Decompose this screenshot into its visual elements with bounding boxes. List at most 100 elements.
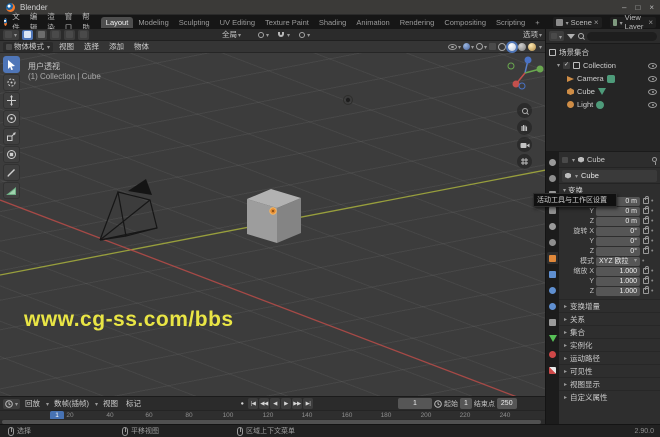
scene-selector[interactable]: Scene ×	[553, 17, 602, 28]
outliner-row-collection[interactable]: ▾ ✓ Collection	[554, 59, 660, 72]
xray-toggle[interactable]	[489, 43, 496, 50]
pan-view-button[interactable]	[517, 120, 532, 135]
location-z-field[interactable]: 0 m	[596, 217, 640, 226]
cursor-tool[interactable]	[3, 74, 20, 91]
menu-playback[interactable]: 回放	[22, 398, 43, 409]
menu-keying[interactable]: 数帧(插帧)	[51, 398, 92, 409]
current-frame-field[interactable]: 1	[398, 398, 432, 409]
jump-to-start-button[interactable]: |◀	[248, 398, 258, 409]
select-mode-intersect[interactable]	[78, 30, 89, 40]
outliner-editor-type-button[interactable]	[549, 31, 564, 41]
tab-rendering[interactable]: Rendering	[395, 17, 440, 28]
snap-dropdown[interactable]	[278, 30, 290, 39]
section-viewport-display[interactable]: 视图显示	[559, 377, 660, 390]
tab-tool[interactable]	[547, 156, 558, 168]
tab-object-data[interactable]	[547, 332, 558, 344]
outliner-row-camera[interactable]: Camera	[564, 72, 660, 85]
perspective-toggle-button[interactable]	[517, 154, 532, 169]
lock-icon[interactable]	[643, 288, 649, 294]
select-mode-extend[interactable]	[50, 30, 61, 40]
shading-dropdown[interactable]	[538, 42, 542, 51]
menu-view-timeline[interactable]: 视图	[100, 398, 121, 409]
gizmo-dropdown[interactable]	[463, 42, 474, 51]
tab-constraints[interactable]	[547, 316, 558, 328]
expand-caret-icon[interactable]: ▾	[557, 62, 560, 69]
zoom-view-button[interactable]	[517, 103, 532, 118]
select-box-tool[interactable]	[3, 56, 20, 73]
section-custom-properties[interactable]: 自定义属性	[559, 390, 660, 403]
outliner-search-input[interactable]	[587, 32, 657, 41]
menu-view[interactable]: 视图	[55, 41, 78, 52]
jump-to-end-button[interactable]: ▶|	[303, 398, 313, 409]
play-reverse-button[interactable]: ◀	[270, 398, 280, 409]
section-visibility[interactable]: 可见性	[559, 364, 660, 377]
tab-compositing[interactable]: Compositing	[439, 17, 491, 28]
search-icon[interactable]	[578, 33, 584, 39]
tab-uv-editing[interactable]: UV Editing	[215, 17, 260, 28]
mode-dropdown[interactable]: 物体模式	[3, 42, 53, 52]
auto-keying-button[interactable]: ●	[237, 398, 247, 409]
animate-dot-icon[interactable]: •	[651, 248, 653, 255]
lock-icon[interactable]	[643, 218, 649, 224]
section-relations[interactable]: 关系	[559, 312, 660, 325]
location-y-field[interactable]: 0 m	[596, 207, 640, 216]
section-collections[interactable]: 集合	[559, 325, 660, 338]
proportional-editing-dropdown[interactable]	[299, 30, 310, 39]
tab-texture-paint[interactable]: Texture Paint	[260, 17, 314, 28]
timeline-ruler[interactable]: 1 20 40 60 80 100 120 140 160 180 200 22…	[0, 410, 545, 419]
animate-dot-icon[interactable]: •	[651, 228, 653, 235]
rotate-tool[interactable]	[3, 110, 20, 127]
animate-dot-icon[interactable]: •	[651, 278, 653, 285]
camera-view-button[interactable]	[517, 137, 532, 152]
eye-icon[interactable]	[648, 89, 657, 95]
object-name-field[interactable]: Cube	[562, 170, 657, 182]
minimize-button[interactable]: –	[622, 3, 626, 12]
pivot-dropdown[interactable]	[258, 30, 269, 39]
tab-modifiers[interactable]	[547, 268, 558, 280]
annotate-tool[interactable]	[3, 164, 20, 181]
rotation-x-field[interactable]: 0°	[596, 227, 640, 236]
orientation-dropdown[interactable]: 全局	[222, 29, 241, 40]
collection-checkbox[interactable]: ✓	[563, 62, 570, 69]
scale-z-field[interactable]: 1.000	[596, 287, 640, 296]
lock-icon[interactable]	[643, 278, 649, 284]
tab-physics[interactable]	[547, 300, 558, 312]
tab-scripting[interactable]: Scripting	[491, 17, 530, 28]
play-button[interactable]: ▶	[281, 398, 291, 409]
overlays-dropdown[interactable]	[476, 42, 487, 51]
scrollbar-handle[interactable]	[2, 420, 541, 424]
menu-marker[interactable]: 标记	[123, 398, 144, 409]
view-layer-selector[interactable]: View Layer ×	[610, 17, 656, 28]
outliner-row-light[interactable]: Light	[564, 98, 660, 111]
tab-world[interactable]	[547, 236, 558, 248]
lock-icon[interactable]	[643, 208, 649, 214]
lock-icon[interactable]	[643, 238, 649, 244]
active-tool-select-box[interactable]	[22, 30, 33, 40]
transform-tool[interactable]	[3, 146, 20, 163]
shading-wireframe-button[interactable]	[498, 43, 506, 51]
outliner-row-cube[interactable]: Cube	[564, 85, 660, 98]
prev-keyframe-button[interactable]: ◀◀	[259, 398, 269, 409]
start-frame-field[interactable]: 1	[460, 398, 472, 409]
rotation-z-field[interactable]: 0°	[596, 247, 640, 256]
rotation-y-field[interactable]: 0°	[596, 237, 640, 246]
shading-solid-button[interactable]	[508, 43, 516, 51]
tab-layout[interactable]: Layout	[101, 17, 134, 28]
tab-scene[interactable]	[547, 220, 558, 232]
pin-icon[interactable]	[652, 157, 657, 162]
animate-dot-icon[interactable]: •	[642, 258, 644, 265]
section-instancing[interactable]: 实例化	[559, 338, 660, 351]
move-tool[interactable]	[3, 92, 20, 109]
tab-material[interactable]	[547, 348, 558, 360]
section-motion-paths[interactable]: 运动路径	[559, 351, 660, 364]
menu-select[interactable]: 选择	[80, 41, 103, 52]
menu-add[interactable]: 添加	[105, 41, 128, 52]
eye-icon[interactable]	[648, 63, 657, 69]
lock-icon[interactable]	[643, 248, 649, 254]
timeline-editor-type-button[interactable]	[3, 399, 20, 409]
section-delta-transform[interactable]: 变换增量	[559, 299, 660, 312]
scale-x-field[interactable]: 1.000	[596, 267, 640, 276]
rotation-mode-dropdown[interactable]: XYZ 欧拉	[596, 257, 640, 266]
animate-dot-icon[interactable]: •	[651, 198, 653, 205]
shading-material-button[interactable]	[518, 43, 526, 51]
